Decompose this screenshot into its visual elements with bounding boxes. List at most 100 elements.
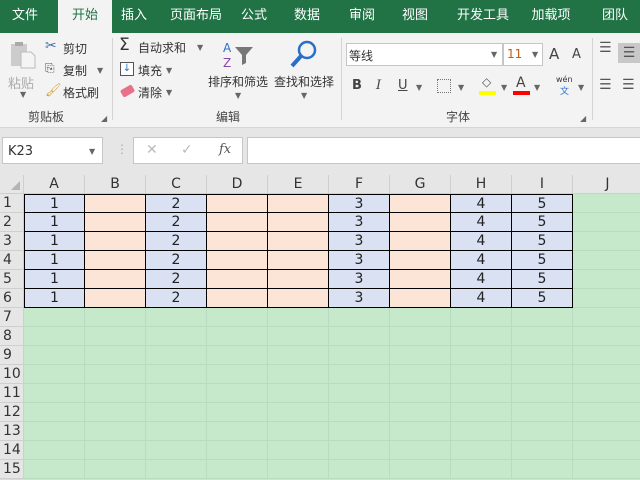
row-header-13[interactable]: 13 (0, 422, 24, 441)
cell-J3[interactable] (573, 232, 640, 251)
cell-F6[interactable]: 3 (329, 289, 390, 308)
column-header-D[interactable]: D (207, 175, 268, 194)
cell-D4[interactable] (207, 251, 268, 270)
cell-C7[interactable] (146, 308, 207, 327)
cell-D11[interactable] (207, 384, 268, 403)
cell-H4[interactable]: 4 (451, 251, 512, 270)
cell-F7[interactable] (329, 308, 390, 327)
cell-C12[interactable] (146, 403, 207, 422)
phonetic-button[interactable]: wén 文 (556, 75, 574, 97)
cell-D10[interactable] (207, 365, 268, 384)
cell-B10[interactable] (85, 365, 146, 384)
cell-G3[interactable] (390, 232, 451, 251)
cell-G14[interactable] (390, 441, 451, 460)
cell-F8[interactable] (329, 327, 390, 346)
cell-I1[interactable]: 5 (512, 194, 573, 213)
cell-B9[interactable] (85, 346, 146, 365)
chevron-down-icon[interactable]: ▼ (534, 83, 540, 92)
align-left-icon[interactable]: ☰ (599, 77, 612, 93)
clear-button[interactable]: 清除 ▼ (119, 83, 179, 101)
column-header-A[interactable]: A (24, 175, 85, 194)
cell-A13[interactable] (24, 422, 85, 441)
cell-B6[interactable] (85, 289, 146, 308)
cell-E9[interactable] (268, 346, 329, 365)
cell-F13[interactable] (329, 422, 390, 441)
cell-H9[interactable] (451, 346, 512, 365)
cell-A2[interactable]: 1 (24, 213, 85, 232)
cell-J15[interactable] (573, 460, 640, 479)
tab-5[interactable]: 数据 (282, 0, 332, 33)
column-header-C[interactable]: C (146, 175, 207, 194)
tab-0[interactable]: 文件 (0, 0, 50, 33)
cell-C11[interactable] (146, 384, 207, 403)
cell-I11[interactable] (512, 384, 573, 403)
dialog-launcher-icon[interactable]: ◢ (101, 114, 107, 123)
cell-B15[interactable] (85, 460, 146, 479)
cell-E8[interactable] (268, 327, 329, 346)
chevron-down-icon[interactable]: ▼ (578, 83, 584, 92)
cell-B4[interactable] (85, 251, 146, 270)
cell-D8[interactable] (207, 327, 268, 346)
fill-button[interactable]: ↓ 填充 ▼ (119, 61, 179, 79)
cell-A6[interactable]: 1 (24, 289, 85, 308)
cell-J1[interactable] (573, 194, 640, 213)
cell-E4[interactable] (268, 251, 329, 270)
cell-F1[interactable]: 3 (329, 194, 390, 213)
cell-C3[interactable]: 2 (146, 232, 207, 251)
enter-button[interactable]: ✓ (181, 142, 193, 158)
cell-F14[interactable] (329, 441, 390, 460)
cell-I3[interactable]: 5 (512, 232, 573, 251)
cell-D9[interactable] (207, 346, 268, 365)
cell-C5[interactable]: 2 (146, 270, 207, 289)
column-header-H[interactable]: H (451, 175, 512, 194)
cell-F2[interactable]: 3 (329, 213, 390, 232)
row-header-6[interactable]: 6 (0, 289, 24, 308)
cell-C13[interactable] (146, 422, 207, 441)
cell-I8[interactable] (512, 327, 573, 346)
column-header-E[interactable]: E (268, 175, 329, 194)
autosum-button[interactable]: Σ 自动求和 ▼ (119, 35, 207, 56)
cell-G1[interactable] (390, 194, 451, 213)
cell-H7[interactable] (451, 308, 512, 327)
cell-B2[interactable] (85, 213, 146, 232)
row-header-9[interactable]: 9 (0, 346, 24, 365)
worksheet-grid[interactable]: ABCDEFGHIJ112345212345312345412345512345… (0, 175, 640, 480)
cell-G15[interactable] (390, 460, 451, 479)
cell-D7[interactable] (207, 308, 268, 327)
cell-F4[interactable]: 3 (329, 251, 390, 270)
row-header-4[interactable]: 4 (0, 251, 24, 270)
cell-H8[interactable] (451, 327, 512, 346)
cell-E15[interactable] (268, 460, 329, 479)
font-color-button[interactable]: A (513, 75, 531, 97)
column-header-J[interactable]: J (573, 175, 640, 194)
cell-C8[interactable] (146, 327, 207, 346)
row-header-2[interactable]: 2 (0, 213, 24, 232)
cell-I13[interactable] (512, 422, 573, 441)
cell-A10[interactable] (24, 365, 85, 384)
cell-H6[interactable]: 4 (451, 289, 512, 308)
cell-A14[interactable] (24, 441, 85, 460)
cell-F12[interactable] (329, 403, 390, 422)
cell-D5[interactable] (207, 270, 268, 289)
cell-D6[interactable] (207, 289, 268, 308)
cell-H3[interactable]: 4 (451, 232, 512, 251)
shrink-font-button[interactable]: A (572, 47, 581, 62)
cell-G9[interactable] (390, 346, 451, 365)
format-painter-button[interactable]: 🖌 格式刷 (45, 83, 105, 101)
row-header-3[interactable]: 3 (0, 232, 24, 251)
cell-F9[interactable] (329, 346, 390, 365)
cell-E10[interactable] (268, 365, 329, 384)
cell-C9[interactable] (146, 346, 207, 365)
row-header-15[interactable]: 15 (0, 460, 24, 479)
tab-1[interactable]: 开始 (58, 0, 112, 33)
cell-F15[interactable] (329, 460, 390, 479)
cut-button[interactable]: ✂ 剪切 (45, 38, 100, 57)
cell-A7[interactable] (24, 308, 85, 327)
cell-A4[interactable]: 1 (24, 251, 85, 270)
cell-G13[interactable] (390, 422, 451, 441)
paste-button[interactable]: 粘贴 ▼ (6, 38, 38, 100)
cell-J7[interactable] (573, 308, 640, 327)
font-size-select[interactable]: 11 ▼ (503, 43, 543, 66)
row-header-5[interactable]: 5 (0, 270, 24, 289)
bold-button[interactable]: B (352, 78, 362, 93)
